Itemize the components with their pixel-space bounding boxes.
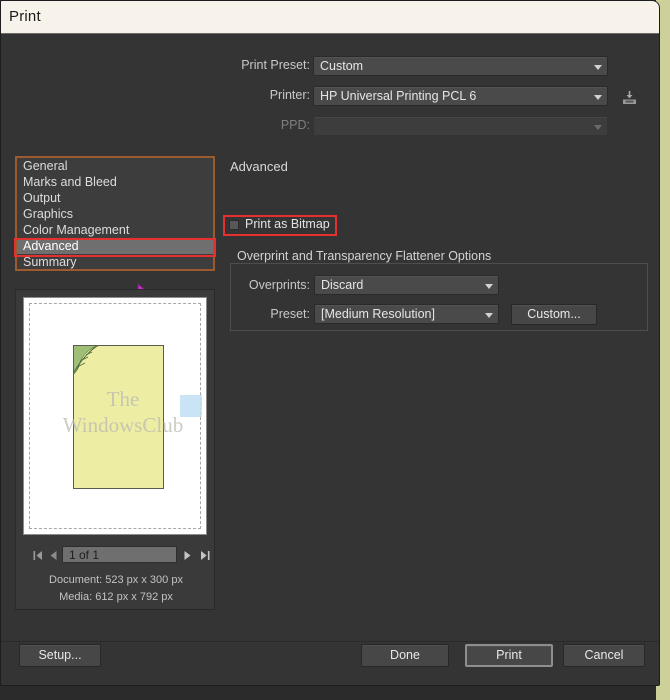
- setup-button[interactable]: Setup...: [19, 644, 101, 667]
- print-preset-label: Print Preset:: [241, 58, 310, 72]
- sidebar-item-graphics[interactable]: Graphics: [17, 206, 213, 222]
- flattener-options-legend: Overprint and Transparency Flattener Opt…: [233, 249, 496, 263]
- preview-paper: The WindowsClub: [23, 297, 207, 535]
- page-number-value: 1 of 1: [69, 548, 100, 562]
- print-button[interactable]: Print: [465, 644, 553, 667]
- ppd-select: [313, 116, 608, 136]
- printer-row: Printer:: [230, 86, 310, 106]
- printer-select[interactable]: HP Universal Printing PCL 6: [313, 86, 608, 106]
- sidebar-item-advanced[interactable]: Advanced: [17, 238, 213, 254]
- done-button[interactable]: Done: [361, 644, 449, 667]
- leaf-graphic-icon: [74, 346, 99, 375]
- print-as-bitmap-checkbox[interactable]: [229, 220, 239, 230]
- print-preset-value: Custom: [320, 59, 364, 73]
- preview-blue-square: [180, 395, 202, 417]
- print-preview-panel: The WindowsClub 1 of 1 Document: 523 px …: [15, 289, 215, 610]
- flattener-preset-row: Preset:: [230, 305, 310, 325]
- chevron-down-icon[interactable]: [591, 87, 607, 105]
- sidebar-item-general[interactable]: General: [17, 158, 213, 174]
- ppd-label: PPD:: [280, 118, 310, 132]
- dialog-title: Print: [9, 8, 41, 25]
- overprints-row: Overprints:: [230, 276, 310, 296]
- overprints-value: Discard: [321, 278, 364, 292]
- media-size-label: Media: 612 px x 792 px: [59, 591, 173, 603]
- panel-title: Advanced: [230, 159, 288, 174]
- dialog-body: Print Preset: Custom Printer: HP Univers…: [1, 35, 659, 685]
- overprints-select[interactable]: Discard: [314, 275, 499, 295]
- chevron-down-icon: [591, 117, 607, 135]
- application-backdrop: Print Print Preset: Custom Printer: HP U…: [0, 0, 670, 700]
- chevron-down-icon[interactable]: [482, 276, 498, 294]
- flattener-preset-value: [Medium Resolution]: [321, 307, 435, 321]
- page-number-input[interactable]: 1 of 1: [62, 546, 177, 563]
- preview-artboard: [73, 345, 164, 489]
- sidebar-item-color-management[interactable]: Color Management: [17, 222, 213, 238]
- print-as-bitmap-label: Print as Bitmap: [245, 217, 330, 231]
- print-dialog: Print Print Preset: Custom Printer: HP U…: [0, 0, 660, 686]
- first-page-icon[interactable]: [32, 549, 45, 562]
- document-size-label: Document: 523 px x 300 px: [49, 574, 183, 586]
- next-page-icon[interactable]: [181, 549, 194, 562]
- flattener-preset-select[interactable]: [Medium Resolution]: [314, 304, 499, 324]
- footer-divider: [1, 641, 659, 642]
- last-page-icon[interactable]: [198, 549, 211, 562]
- ppd-row: PPD:: [230, 116, 310, 136]
- sidebar-item-summary[interactable]: Summary: [17, 254, 213, 270]
- print-as-bitmap-row[interactable]: Print as Bitmap: [225, 217, 337, 234]
- overprints-label: Overprints:: [248, 278, 310, 292]
- printer-label: Printer:: [269, 88, 310, 102]
- dialog-titlebar: Print: [1, 1, 659, 34]
- custom-button[interactable]: Custom...: [511, 304, 597, 325]
- print-preset-select[interactable]: Custom: [313, 56, 608, 76]
- sidebar-item-output[interactable]: Output: [17, 190, 213, 206]
- printer-value: HP Universal Printing PCL 6: [320, 89, 477, 103]
- previous-page-icon[interactable]: [47, 549, 60, 562]
- flattener-preset-label: Preset:: [270, 307, 310, 321]
- chevron-down-icon[interactable]: [591, 57, 607, 75]
- print-preset-row: Print Preset:: [230, 56, 310, 76]
- print-section-list[interactable]: General Marks and Bleed Output Graphics …: [15, 156, 215, 271]
- save-preset-icon[interactable]: [621, 90, 638, 106]
- page-navigation-bar: 1 of 1: [16, 545, 216, 567]
- cancel-button[interactable]: Cancel: [563, 644, 645, 667]
- sidebar-item-marks-and-bleed[interactable]: Marks and Bleed: [17, 174, 213, 190]
- chevron-down-icon[interactable]: [482, 305, 498, 323]
